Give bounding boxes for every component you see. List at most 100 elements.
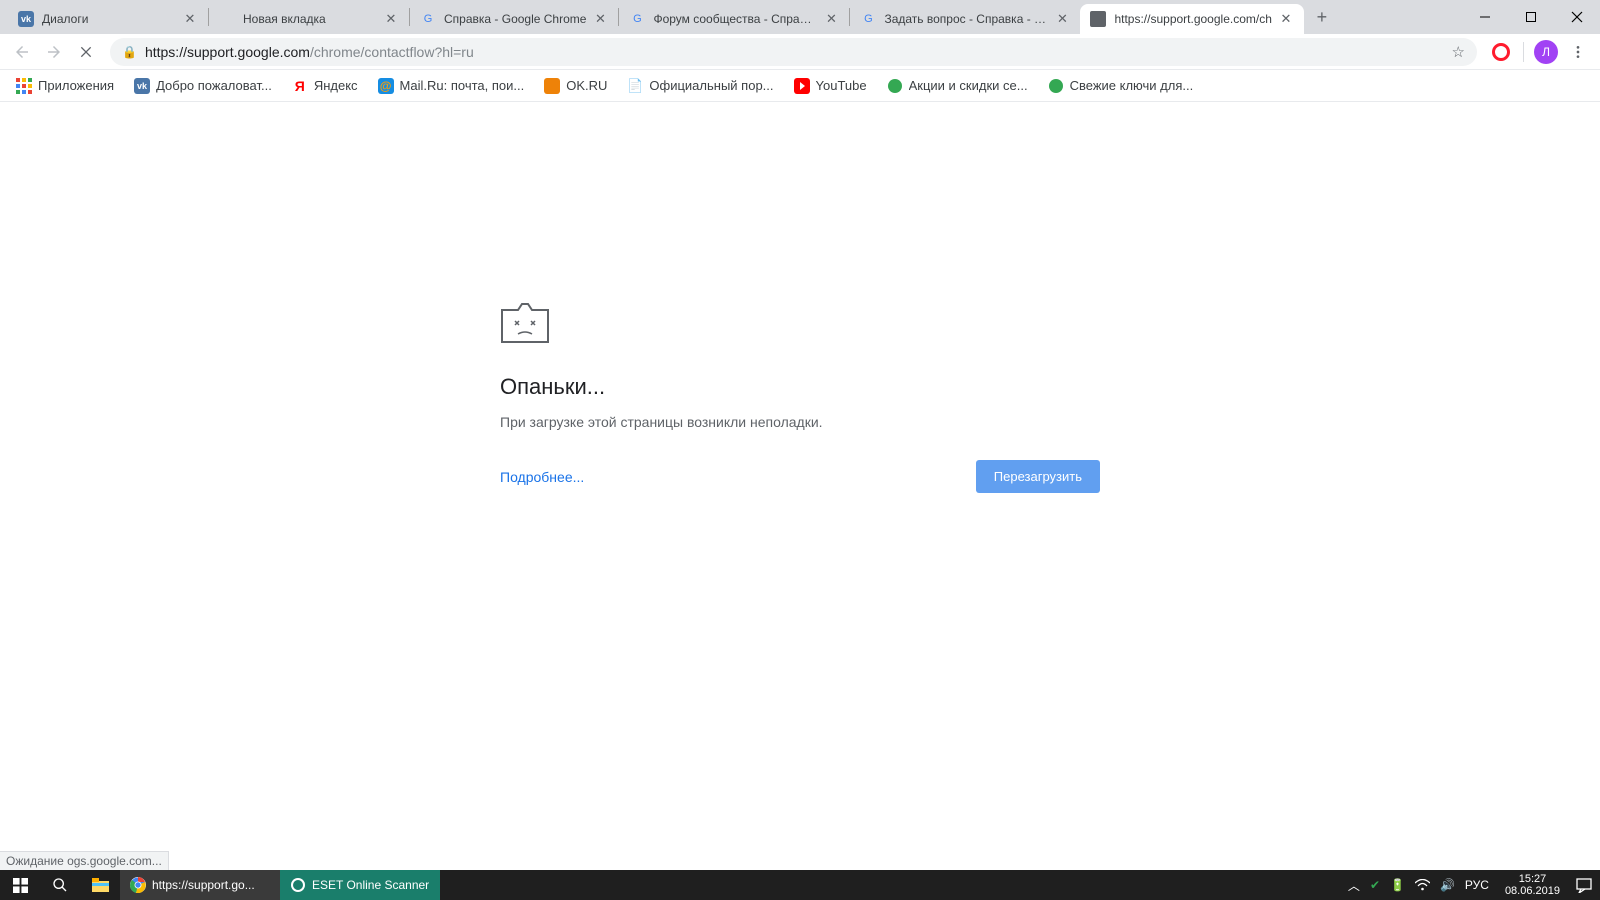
- error-container: Опаньки... При загрузке этой страницы во…: [500, 302, 1100, 870]
- tray-notifications-icon[interactable]: [1576, 878, 1592, 893]
- taskbar-eset[interactable]: ESET Online Scanner: [280, 870, 440, 900]
- stop-button[interactable]: [72, 38, 100, 66]
- task-label: https://support.go...: [152, 878, 255, 892]
- chrome-menu-button[interactable]: [1564, 38, 1592, 66]
- tab-title: https://support.google.com/ch: [1114, 12, 1271, 26]
- green-dot-icon: [1048, 78, 1064, 94]
- tab-title: Форум сообщества - Справка: [653, 12, 817, 26]
- tray-battery-icon[interactable]: 🔋: [1390, 878, 1405, 892]
- tray-chevron-icon[interactable]: ︿: [1348, 877, 1360, 894]
- page-content: Опаньки... При загрузке этой страницы во…: [0, 102, 1600, 870]
- tray-date: 08.06.2019: [1505, 885, 1560, 897]
- tab-title: Диалоги: [42, 12, 176, 26]
- close-tab-icon[interactable]: ✕: [182, 11, 198, 27]
- yandex-icon: Я: [292, 78, 308, 94]
- status-bar: Ожидание ogs.google.com...: [0, 851, 169, 870]
- tray-clock[interactable]: 15:27 08.06.2019: [1499, 873, 1566, 897]
- taskbar-chrome[interactable]: https://support.go...: [120, 870, 280, 900]
- close-tab-icon[interactable]: ✕: [1054, 11, 1070, 27]
- bookmark-label: Свежие ключи для...: [1070, 78, 1194, 93]
- address-bar[interactable]: 🔒 https://support.google.com/chrome/cont…: [110, 38, 1477, 66]
- bookmark-yandex[interactable]: ЯЯндекс: [284, 74, 366, 98]
- tray-volume-icon[interactable]: 🔊: [1440, 878, 1455, 892]
- tab-3[interactable]: G Форум сообщества - Справка ✕: [619, 4, 849, 34]
- error-title: Опаньки...: [500, 374, 1100, 400]
- close-tab-icon[interactable]: ✕: [383, 11, 399, 27]
- bookmark-sales[interactable]: Акции и скидки се...: [879, 74, 1036, 98]
- blank-tab-icon: [219, 11, 235, 27]
- learn-more-link[interactable]: Подробнее...: [500, 469, 584, 485]
- tray-time: 15:27: [1505, 873, 1560, 885]
- bookmark-label: OK.RU: [566, 78, 607, 93]
- bookmark-label: Официальный пор...: [649, 78, 773, 93]
- lock-icon: 🔒: [122, 45, 137, 59]
- bookmark-label: YouTube: [816, 78, 867, 93]
- tab-title: Справка - Google Chrome: [444, 12, 586, 26]
- bookmark-label: Акции и скидки се...: [909, 78, 1028, 93]
- green-dot-icon: [887, 78, 903, 94]
- search-button[interactable]: [40, 870, 80, 900]
- tab-4[interactable]: G Задать вопрос - Справка - Go ✕: [850, 4, 1080, 34]
- bookmark-star-icon[interactable]: ☆: [1452, 43, 1465, 61]
- eset-icon: [290, 877, 306, 893]
- google-icon: G: [420, 11, 436, 27]
- bookmark-label: Mail.Ru: почта, пои...: [400, 78, 525, 93]
- url-host: https://support.google.com: [145, 44, 310, 60]
- tab-2[interactable]: G Справка - Google Chrome ✕: [410, 4, 618, 34]
- minimize-button[interactable]: [1462, 0, 1508, 34]
- bookmark-label: Приложения: [38, 78, 114, 93]
- close-tab-icon[interactable]: ✕: [592, 11, 608, 27]
- close-tab-icon[interactable]: ✕: [1278, 11, 1294, 27]
- error-message: При загрузке этой страницы возникли непо…: [500, 414, 1100, 430]
- google-icon: G: [629, 11, 645, 27]
- file-explorer-button[interactable]: [80, 870, 120, 900]
- toolbar: 🔒 https://support.google.com/chrome/cont…: [0, 34, 1600, 70]
- bookmark-label: Добро пожаловат...: [156, 78, 272, 93]
- dead-page-icon: [1090, 11, 1106, 27]
- google-icon: G: [860, 11, 876, 27]
- forward-button[interactable]: [40, 38, 68, 66]
- system-tray: ︿ ✔ 🔋 🔊 РУС 15:27 08.06.2019: [1340, 870, 1600, 900]
- tray-security-icon[interactable]: ✔: [1370, 878, 1380, 892]
- sad-folder-icon: [500, 302, 1100, 344]
- tab-5-active[interactable]: https://support.google.com/ch ✕: [1080, 4, 1303, 34]
- maximize-button[interactable]: [1508, 0, 1554, 34]
- tray-wifi-icon[interactable]: [1415, 879, 1430, 891]
- reload-button[interactable]: Перезагрузить: [976, 460, 1100, 493]
- apps-shortcut[interactable]: Приложения: [8, 74, 122, 98]
- tab-strip: vk Диалоги ✕ Новая вкладка ✕ G Справка -…: [0, 0, 1600, 34]
- bookmark-keys[interactable]: Свежие ключи для...: [1040, 74, 1202, 98]
- bookmark-youtube[interactable]: YouTube: [786, 74, 875, 98]
- opera-extension-icon[interactable]: [1487, 38, 1515, 66]
- start-button[interactable]: [0, 870, 40, 900]
- tab-0[interactable]: vk Диалоги ✕: [8, 4, 208, 34]
- apps-grid-icon: [16, 78, 32, 94]
- tray-language[interactable]: РУС: [1465, 878, 1489, 892]
- tab-title: Задать вопрос - Справка - Go: [884, 12, 1048, 26]
- task-label: ESET Online Scanner: [312, 878, 429, 892]
- windows-taskbar: https://support.go... ESET Online Scanne…: [0, 870, 1600, 900]
- error-actions: Подробнее... Перезагрузить: [500, 460, 1100, 493]
- ok-icon: [544, 78, 560, 94]
- tab-1[interactable]: Новая вкладка ✕: [209, 4, 409, 34]
- vk-messages-icon: vk: [18, 11, 34, 27]
- vk-icon: vk: [134, 78, 150, 94]
- url-path: /chrome/contactflow?hl=ru: [310, 44, 474, 60]
- generic-icon: 📄: [627, 78, 643, 94]
- bookmarks-bar: Приложения vkДобро пожаловат... ЯЯндекс …: [0, 70, 1600, 102]
- tab-title: Новая вкладка: [243, 12, 377, 26]
- bookmark-mailru[interactable]: @ Mail.Ru: почта, пои...: [370, 74, 533, 98]
- close-window-button[interactable]: [1554, 0, 1600, 34]
- mailru-icon: @: [378, 78, 394, 94]
- toolbar-separator: [1523, 42, 1524, 62]
- bookmark-vk[interactable]: vk Добро пожаловат...: [126, 74, 280, 98]
- youtube-icon: [794, 78, 810, 94]
- profile-avatar[interactable]: Л: [1532, 38, 1560, 66]
- new-tab-button[interactable]: +: [1308, 3, 1336, 31]
- chrome-icon: [130, 877, 146, 893]
- window-controls: [1462, 0, 1600, 34]
- back-button[interactable]: [8, 38, 36, 66]
- bookmark-official[interactable]: 📄 Официальный пор...: [619, 74, 781, 98]
- close-tab-icon[interactable]: ✕: [823, 11, 839, 27]
- bookmark-okru[interactable]: OK.RU: [536, 74, 615, 98]
